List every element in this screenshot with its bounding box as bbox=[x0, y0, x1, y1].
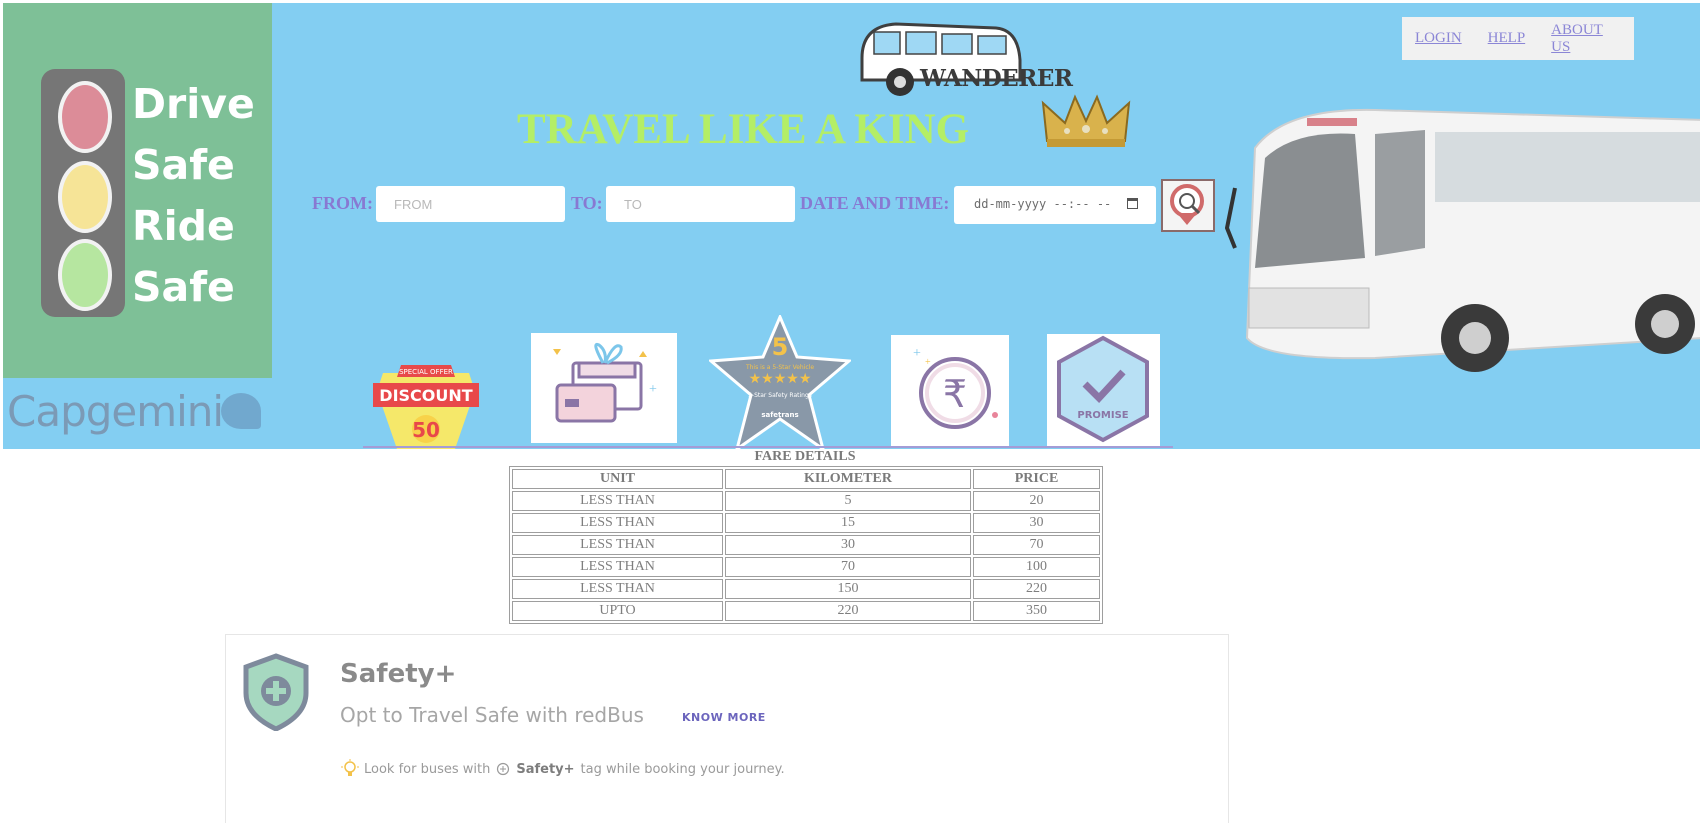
red-lamp bbox=[58, 81, 112, 153]
cell-unit: LESS THAN bbox=[512, 491, 723, 511]
capgemini-logo: Capgemini bbox=[7, 387, 224, 436]
safety-shield-icon bbox=[243, 653, 309, 731]
tagline: TRAVEL LIKE A KING bbox=[517, 106, 970, 153]
star-row-icon: ★★★★★ bbox=[749, 372, 812, 387]
cell-unit: LESS THAN bbox=[512, 579, 723, 599]
green-lamp bbox=[58, 239, 112, 311]
discount-badge-icon: SPECIAL OFFER DISCOUNT 50 bbox=[373, 365, 479, 449]
table-row: LESS THAN 15 30 bbox=[512, 513, 1100, 533]
cell-kilometer: 30 bbox=[725, 535, 971, 555]
cell-price: 20 bbox=[973, 491, 1100, 511]
header-kilometer: KILOMETER bbox=[725, 469, 971, 489]
safety-plus-tag-icon bbox=[497, 762, 510, 776]
tip-text-before: Look for buses with bbox=[364, 761, 491, 777]
tip-tag: Safety+ bbox=[516, 761, 575, 777]
drive-safe-banner: Drive Safe Ride Safe bbox=[3, 3, 272, 378]
safety-subtitle: Opt to Travel Safe with redBus bbox=[340, 703, 644, 727]
yellow-lamp bbox=[58, 161, 112, 233]
search-button[interactable] bbox=[1161, 179, 1215, 232]
cell-kilometer: 70 bbox=[725, 557, 971, 577]
five-star-badge-icon: 5 This is a 5-Star Vehicle ★★★★★ 5-Star … bbox=[707, 313, 853, 449]
cell-price: 100 bbox=[973, 557, 1100, 577]
rupee-offer-card[interactable]: ₹ + + bbox=[891, 335, 1009, 447]
header-unit: UNIT bbox=[512, 469, 723, 489]
cell-kilometer: 220 bbox=[725, 601, 971, 621]
top-nav: LOGIN HELP ABOUT US bbox=[1402, 17, 1634, 60]
help-link[interactable]: HELP bbox=[1488, 30, 1526, 47]
discount-line2: DISCOUNT bbox=[379, 386, 472, 405]
cell-unit: LESS THAN bbox=[512, 535, 723, 555]
gift-card-icon: + bbox=[553, 342, 657, 423]
cell-unit: LESS THAN bbox=[512, 513, 723, 533]
drive-word-2: Safe bbox=[132, 141, 235, 189]
cell-kilometer: 5 bbox=[725, 491, 971, 511]
table-row: LESS THAN 70 100 bbox=[512, 557, 1100, 577]
promise-text: PROMISE bbox=[1077, 410, 1128, 421]
calendar-icon[interactable] bbox=[1127, 198, 1138, 209]
table-row: LESS THAN 150 220 bbox=[512, 579, 1100, 599]
to-label: TO: bbox=[571, 193, 603, 213]
drive-word-3: Ride bbox=[132, 202, 235, 250]
promise-card[interactable]: PROMISE bbox=[1047, 334, 1160, 446]
svg-text:+: + bbox=[925, 357, 931, 368]
drive-word-4: Safe bbox=[132, 263, 235, 311]
lightbulb-icon bbox=[341, 759, 359, 776]
star-line2: 5-Star Safety Ratings bbox=[748, 392, 812, 399]
drive-word-1: Drive bbox=[132, 80, 255, 128]
hero-banner: Drive Safe Ride Safe Capgemini WANDERER … bbox=[3, 3, 1700, 449]
date-time-label: DATE AND TIME: bbox=[800, 193, 950, 213]
star-line1: This is a 5-Star Vehicle bbox=[745, 364, 814, 371]
safety-title: Safety+ bbox=[340, 659, 457, 689]
drive-safe-text: Drive Safe Ride Safe bbox=[132, 81, 272, 325]
date-time-input[interactable]: dd-mm-yyyy --:-- -- bbox=[954, 186, 1156, 224]
cell-kilometer: 150 bbox=[725, 579, 971, 599]
search-location-icon bbox=[1170, 184, 1204, 225]
from-label: FROM: bbox=[312, 193, 373, 213]
discount-offer-card[interactable]: SPECIAL OFFER DISCOUNT 50 bbox=[371, 357, 481, 449]
cell-price: 30 bbox=[973, 513, 1100, 533]
know-more-link[interactable]: KNOW MORE bbox=[682, 711, 766, 724]
fare-details-title: FARE DETAILS bbox=[754, 449, 856, 464]
star-number: 5 bbox=[772, 333, 789, 361]
table-row: LESS THAN 30 70 bbox=[512, 535, 1100, 555]
discount-line1: SPECIAL OFFER bbox=[399, 368, 453, 376]
tip-text-after: tag while booking your journey. bbox=[580, 761, 785, 777]
header-price: PRICE bbox=[973, 469, 1100, 489]
about-us-link[interactable]: ABOUT US bbox=[1551, 22, 1621, 56]
table-row: LESS THAN 5 20 bbox=[512, 491, 1100, 511]
cell-price: 70 bbox=[973, 535, 1100, 555]
capgemini-spade-icon bbox=[221, 393, 261, 429]
cell-price: 220 bbox=[973, 579, 1100, 599]
fare-table: UNIT KILOMETER PRICE LESS THAN 5 20 LESS… bbox=[509, 466, 1103, 624]
five-star-vehicle-badge[interactable]: 5 This is a 5-Star Vehicle ★★★★★ 5-Star … bbox=[707, 313, 853, 449]
gift-card-offer[interactable]: + bbox=[531, 333, 677, 443]
coach-bus-image bbox=[1225, 108, 1700, 372]
cell-unit: UPTO bbox=[512, 601, 723, 621]
safety-plus-card: Safety+ Opt to Travel Safe with redBus K… bbox=[225, 634, 1229, 823]
discount-line3: 50 bbox=[412, 418, 440, 442]
from-input[interactable] bbox=[376, 186, 565, 222]
crown-icon bbox=[1041, 94, 1131, 147]
promise-hexagon-icon: PROMISE bbox=[1057, 335, 1149, 443]
login-link[interactable]: LOGIN bbox=[1415, 30, 1462, 47]
cell-price: 350 bbox=[973, 601, 1100, 621]
traffic-light-icon bbox=[41, 69, 125, 317]
cell-unit: LESS THAN bbox=[512, 557, 723, 577]
safety-tip: Look for buses with Safety+ tag while bo… bbox=[340, 759, 785, 779]
rupee-coin-icon: ₹ + + bbox=[913, 346, 998, 429]
star-line3: safetrans bbox=[761, 411, 798, 419]
rupee-symbol: ₹ bbox=[943, 372, 967, 416]
cell-kilometer: 15 bbox=[725, 513, 971, 533]
table-header-row: UNIT KILOMETER PRICE bbox=[512, 469, 1100, 489]
to-input[interactable] bbox=[606, 186, 795, 222]
offers-divider bbox=[363, 446, 1173, 448]
logo-text: WANDERER bbox=[920, 65, 1073, 92]
date-time-value: dd-mm-yyyy --:-- -- bbox=[974, 197, 1112, 211]
table-row: UPTO 220 350 bbox=[512, 601, 1100, 621]
svg-text:+: + bbox=[913, 346, 921, 361]
svg-text:+: + bbox=[649, 382, 657, 397]
